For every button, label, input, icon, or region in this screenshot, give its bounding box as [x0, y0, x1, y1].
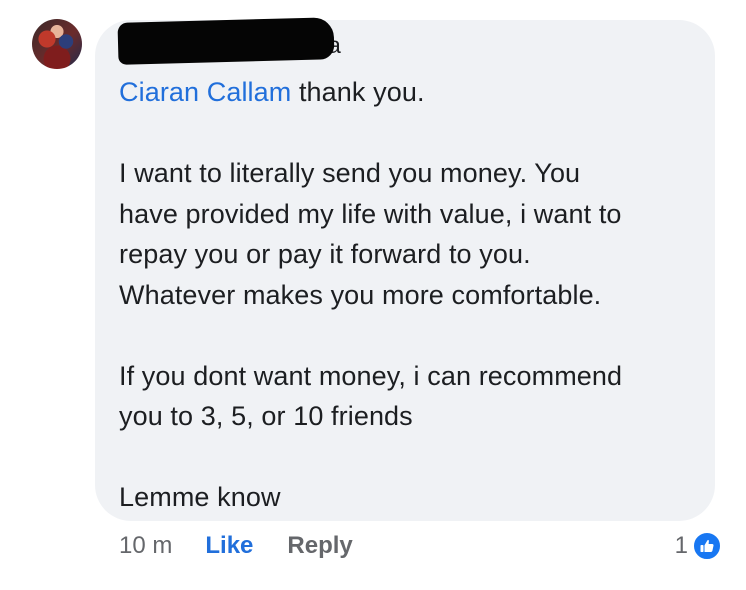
comment-thread: a Ciaran Callam thank you. I want to lit… — [0, 0, 746, 590]
comment-actions: 10 m Like Reply — [119, 528, 353, 564]
thumbs-up-glyph — [700, 540, 714, 552]
comment-line: If you dont want money, i can recommend — [119, 360, 623, 391]
comment-line: have provided my life with value, i want… — [119, 198, 622, 229]
redaction-mark — [117, 17, 335, 65]
thumbs-up-icon — [692, 531, 722, 561]
comment-first-line-text: thank you. — [291, 77, 425, 107]
timestamp[interactable]: 10 m — [119, 532, 172, 560]
comment-first-line: Ciaran Callam thank you. — [119, 72, 704, 113]
comment-line: Whatever makes you more comfortable. — [119, 279, 602, 310]
like-button[interactable]: Like — [205, 532, 253, 560]
comment-text: Ciaran Callam thank you. I want to liter… — [119, 72, 704, 518]
reply-button[interactable]: Reply — [287, 532, 352, 560]
comment-line: repay you or pay it forward to you. — [119, 239, 531, 269]
comment-line: you to 3, 5, or 10 friends — [119, 401, 413, 431]
mention-link[interactable]: Ciaran Callam — [119, 77, 291, 107]
reaction-count: 1 — [674, 532, 688, 559]
avatar[interactable] — [32, 19, 82, 69]
reaction-summary[interactable]: 1 — [675, 528, 722, 564]
comment-line: Lemme know — [119, 482, 281, 512]
comment-line: I want to literally send you money. You — [119, 158, 581, 188]
